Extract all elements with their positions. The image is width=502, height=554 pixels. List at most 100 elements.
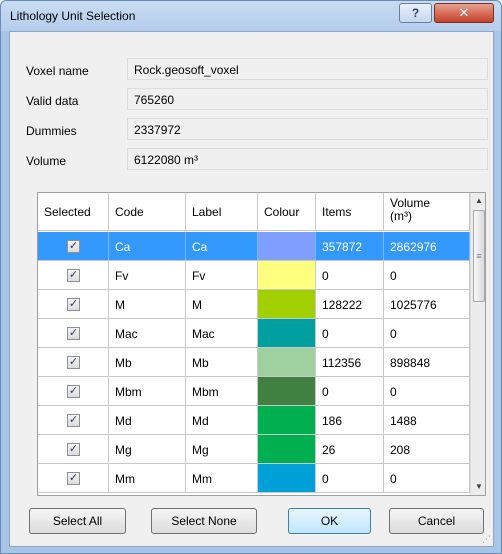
items-cell: 0	[316, 377, 384, 405]
close-button[interactable]: ✕	[434, 3, 494, 23]
help-button[interactable]: ?	[399, 3, 432, 23]
header-colour[interactable]: Colour	[258, 193, 316, 231]
ok-button[interactable]: OK	[288, 508, 371, 534]
selected-checkbox[interactable]: ✓	[67, 414, 80, 427]
table-row[interactable]: ✓ Mb Mb 112356 898848	[38, 348, 470, 377]
code-cell: Mac	[109, 319, 186, 347]
close-icon: ✕	[458, 5, 470, 20]
volume-cell: 2862976	[384, 232, 470, 260]
code-cell: Fv	[109, 261, 186, 289]
label-cell: Fv	[186, 261, 258, 289]
volume-cell: 0	[384, 261, 470, 289]
colour-swatch[interactable]	[258, 261, 315, 289]
lithology-grid[interactable]: Selected Code Label Colour Items Volume …	[37, 192, 486, 496]
code-cell: M	[109, 290, 186, 318]
selected-cell: ✓	[38, 290, 109, 318]
selected-cell: ✓	[38, 406, 109, 434]
selected-cell: ✓	[38, 261, 109, 289]
colour-swatch[interactable]	[258, 406, 315, 434]
code-cell: Mg	[109, 435, 186, 463]
grid-header: Selected Code Label Colour Items Volume …	[38, 193, 470, 231]
label-cell: Md	[186, 406, 258, 434]
window-title: Lithology Unit Selection	[10, 9, 136, 23]
dummies-row: Dummies 2337972	[10, 118, 495, 142]
selected-checkbox[interactable]: ✓	[67, 269, 80, 282]
voxel-name-row: Voxel name Rock.geosoft_voxel	[10, 58, 495, 82]
selected-checkbox[interactable]: ✓	[67, 385, 80, 398]
items-cell: 112356	[316, 348, 384, 376]
label-cell: Mb	[186, 348, 258, 376]
selected-checkbox[interactable]: ✓	[67, 298, 80, 311]
header-items[interactable]: Items	[316, 193, 384, 231]
label-cell: Mac	[186, 319, 258, 347]
dialog-body: Voxel name Rock.geosoft_voxel Valid data…	[9, 31, 494, 547]
valid-data-row: Valid data 765260	[10, 88, 495, 112]
title-bar[interactable]: Lithology Unit Selection ? ✕	[1, 1, 501, 31]
colour-cell	[258, 232, 316, 260]
table-row[interactable]: ✓ Md Md 186 1488	[38, 406, 470, 435]
valid-data-label: Valid data	[26, 94, 79, 108]
table-row[interactable]: ✓ Fv Fv 0 0	[38, 261, 470, 290]
selected-checkbox[interactable]: ✓	[67, 356, 80, 369]
code-cell: Ca	[109, 232, 186, 260]
selected-checkbox[interactable]: ✓	[67, 443, 80, 456]
volume-label: Volume	[26, 154, 67, 168]
selected-cell: ✓	[38, 377, 109, 405]
items-cell: 186	[316, 406, 384, 434]
code-cell: Mbm	[109, 377, 186, 405]
volume-row: Volume 6122080 m³	[10, 148, 495, 172]
header-volume-line2: (m³)	[390, 209, 412, 223]
header-code[interactable]: Code	[109, 193, 186, 231]
header-label[interactable]: Label	[186, 193, 258, 231]
scroll-up-arrow-icon[interactable]: ▲	[471, 193, 485, 209]
selected-checkbox[interactable]: ✓	[67, 240, 80, 253]
header-volume[interactable]: Volume (m³)	[384, 193, 470, 231]
code-cell: Mm	[109, 464, 186, 492]
volume-cell: 0	[384, 377, 470, 405]
colour-cell	[258, 406, 316, 434]
header-selected[interactable]: Selected	[38, 193, 109, 231]
selected-checkbox[interactable]: ✓	[67, 472, 80, 485]
colour-swatch[interactable]	[258, 348, 315, 376]
vertical-scrollbar[interactable]: ▲ ≡ ▼	[470, 193, 485, 495]
cancel-button[interactable]: Cancel	[389, 508, 484, 534]
question-icon: ?	[411, 6, 420, 20]
select-none-button[interactable]: Select None	[151, 508, 257, 534]
colour-swatch[interactable]	[258, 377, 315, 405]
items-cell: 128222	[316, 290, 384, 318]
colour-swatch[interactable]	[258, 464, 315, 492]
colour-swatch[interactable]	[258, 435, 315, 463]
selected-cell: ✓	[38, 232, 109, 260]
colour-swatch[interactable]	[258, 232, 315, 260]
volume-cell: 0	[384, 464, 470, 492]
select-all-button[interactable]: Select All	[29, 508, 126, 534]
resize-grip-icon[interactable]: ⋰	[482, 534, 491, 545]
colour-swatch[interactable]	[258, 319, 315, 347]
volume-cell: 0	[384, 319, 470, 347]
table-row[interactable]: ✓ Mm Mm 0 0	[38, 464, 470, 493]
table-row[interactable]: ✓ Ca Ca 357872 2862976	[38, 232, 470, 261]
table-row[interactable]: ✓ M M 128222 1025776	[38, 290, 470, 319]
table-row[interactable]: ✓ Mbm Mbm 0 0	[38, 377, 470, 406]
items-cell: 0	[316, 319, 384, 347]
colour-swatch[interactable]	[258, 290, 315, 318]
dummies-label: Dummies	[26, 124, 77, 138]
colour-cell	[258, 435, 316, 463]
scroll-thumb[interactable]: ≡	[473, 210, 485, 302]
label-cell: Mg	[186, 435, 258, 463]
valid-data-field: 765260	[127, 88, 488, 110]
volume-cell: 1025776	[384, 290, 470, 318]
colour-cell	[258, 319, 316, 347]
table-row[interactable]: ✓ Mac Mac 0 0	[38, 319, 470, 348]
scroll-down-arrow-icon[interactable]: ▼	[471, 479, 485, 495]
selected-checkbox[interactable]: ✓	[67, 327, 80, 340]
volume-field: 6122080 m³	[127, 148, 488, 170]
dummies-field: 2337972	[127, 118, 488, 140]
items-cell: 0	[316, 464, 384, 492]
colour-cell	[258, 290, 316, 318]
colour-cell	[258, 377, 316, 405]
code-cell: Md	[109, 406, 186, 434]
voxel-name-field: Rock.geosoft_voxel	[127, 58, 488, 80]
table-row[interactable]: ✓ Mg Mg 26 208	[38, 435, 470, 464]
selected-cell: ✓	[38, 348, 109, 376]
